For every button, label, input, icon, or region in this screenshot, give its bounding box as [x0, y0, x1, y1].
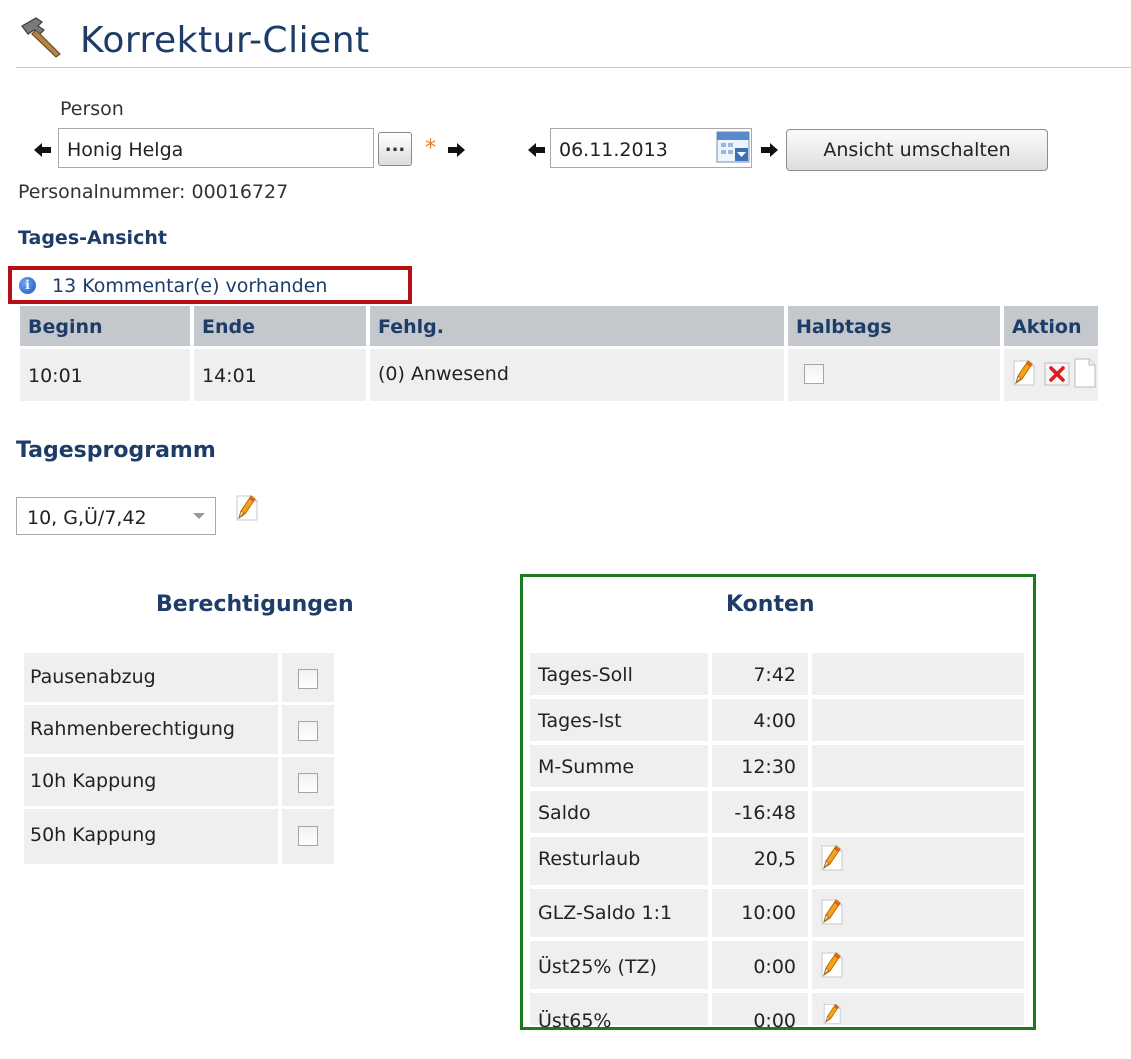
account-value-ust65: 0:00	[753, 1010, 796, 1032]
column-header-absence: Fehlg.	[370, 306, 784, 346]
half-day-checkbox[interactable]	[804, 364, 824, 384]
permission-label-rahmenberechtigung: Rahmenberechtigung	[30, 718, 235, 740]
switch-view-button[interactable]: Ansicht umschalten	[786, 129, 1048, 171]
account-value-saldo: -16:48	[734, 802, 796, 824]
day-program-heading: Tagesprogramm	[16, 438, 216, 463]
permission-label-pausenabzug: Pausenabzug	[30, 666, 156, 688]
account-label-m-summe: M-Summe	[538, 756, 635, 778]
account-label-ust65: Üst65%	[538, 1010, 612, 1032]
permission-checkbox-pausenabzug[interactable]	[298, 669, 318, 689]
account-value-tages-soll: 7:42	[753, 664, 796, 686]
edit-pencil-icon[interactable]	[1010, 358, 1040, 388]
hammer-icon	[21, 17, 61, 58]
edit-day-program-pencil-icon[interactable]	[233, 493, 263, 523]
account-action-cell	[812, 791, 1024, 833]
column-header-end: Ende	[194, 306, 366, 346]
permissions-heading: Berechtigungen	[156, 592, 354, 617]
previous-person-arrow-icon[interactable]	[32, 139, 54, 161]
person-picker-button[interactable]: ...	[378, 132, 412, 166]
next-day-arrow-icon[interactable]	[758, 139, 780, 161]
info-icon: i	[19, 277, 36, 294]
day-program-select[interactable]: 10, G,Ü/7,42	[16, 497, 216, 535]
column-header-begin: Beginn	[20, 306, 190, 346]
edit-ust25-pencil-icon[interactable]	[818, 950, 848, 980]
personnel-number: Personalnummer: 00016727	[18, 181, 289, 203]
cell-end: 14:01	[194, 349, 366, 401]
chevron-down-icon	[193, 513, 205, 519]
cell-absence: (0) Anwesend	[370, 349, 784, 401]
account-value-m-summe: 12:30	[741, 756, 796, 778]
permission-checkbox-rahmenberechtigung[interactable]	[298, 721, 318, 741]
account-label-ust25: Üst25% (TZ)	[538, 956, 657, 978]
calendar-icon[interactable]	[716, 131, 750, 163]
account-action-cell	[812, 653, 1024, 695]
previous-day-arrow-icon[interactable]	[526, 139, 548, 161]
edit-ust65-pencil-icon[interactable]	[818, 1002, 848, 1026]
next-person-arrow-icon[interactable]	[445, 139, 467, 161]
day-program-value: 10, G,Ü/7,42	[27, 507, 147, 529]
person-label: Person	[60, 98, 124, 120]
column-header-action: Aktion	[1004, 306, 1098, 346]
document-icon[interactable]	[1072, 358, 1098, 388]
permission-checkbox-50h-kappung[interactable]	[298, 826, 318, 846]
person-name-field[interactable]: Honig Helga	[58, 128, 374, 168]
comments-notice[interactable]: i 13 Kommentar(e) vorhanden	[8, 266, 412, 304]
delete-icon[interactable]	[1044, 361, 1070, 387]
edit-resturlaub-pencil-icon[interactable]	[818, 843, 848, 873]
accounts-heading: Konten	[726, 592, 815, 617]
cell-begin: 10:01	[20, 349, 190, 401]
column-header-half-day: Halbtags	[788, 306, 1000, 346]
account-action-cell	[812, 699, 1024, 741]
account-value-tages-ist: 4:00	[753, 710, 796, 732]
permission-label-50h-kappung: 50h Kappung	[30, 824, 157, 846]
edit-glz-saldo-pencil-icon[interactable]	[818, 897, 848, 927]
account-action-cell	[812, 745, 1024, 787]
account-value-ust25: 0:00	[753, 956, 796, 978]
day-view-heading: Tages-Ansicht	[18, 227, 167, 249]
permission-checkbox-10h-kappung[interactable]	[298, 773, 318, 793]
account-value-glz-saldo: 10:00	[741, 902, 796, 924]
permission-label-10h-kappung: 10h Kappung	[30, 770, 157, 792]
account-label-tages-soll: Tages-Soll	[538, 664, 633, 686]
title-bar: Korrektur-Client	[16, 8, 1131, 68]
page-title: Korrektur-Client	[80, 20, 370, 61]
account-value-resturlaub: 20,5	[753, 848, 796, 870]
account-label-resturlaub: Resturlaub	[538, 848, 641, 870]
required-marker: *	[425, 136, 436, 161]
account-label-saldo: Saldo	[538, 802, 591, 824]
account-label-tages-ist: Tages-Ist	[538, 710, 622, 732]
account-label-glz-saldo: GLZ-Saldo 1:1	[538, 902, 673, 924]
comments-link[interactable]: 13 Kommentar(e) vorhanden	[52, 275, 327, 297]
